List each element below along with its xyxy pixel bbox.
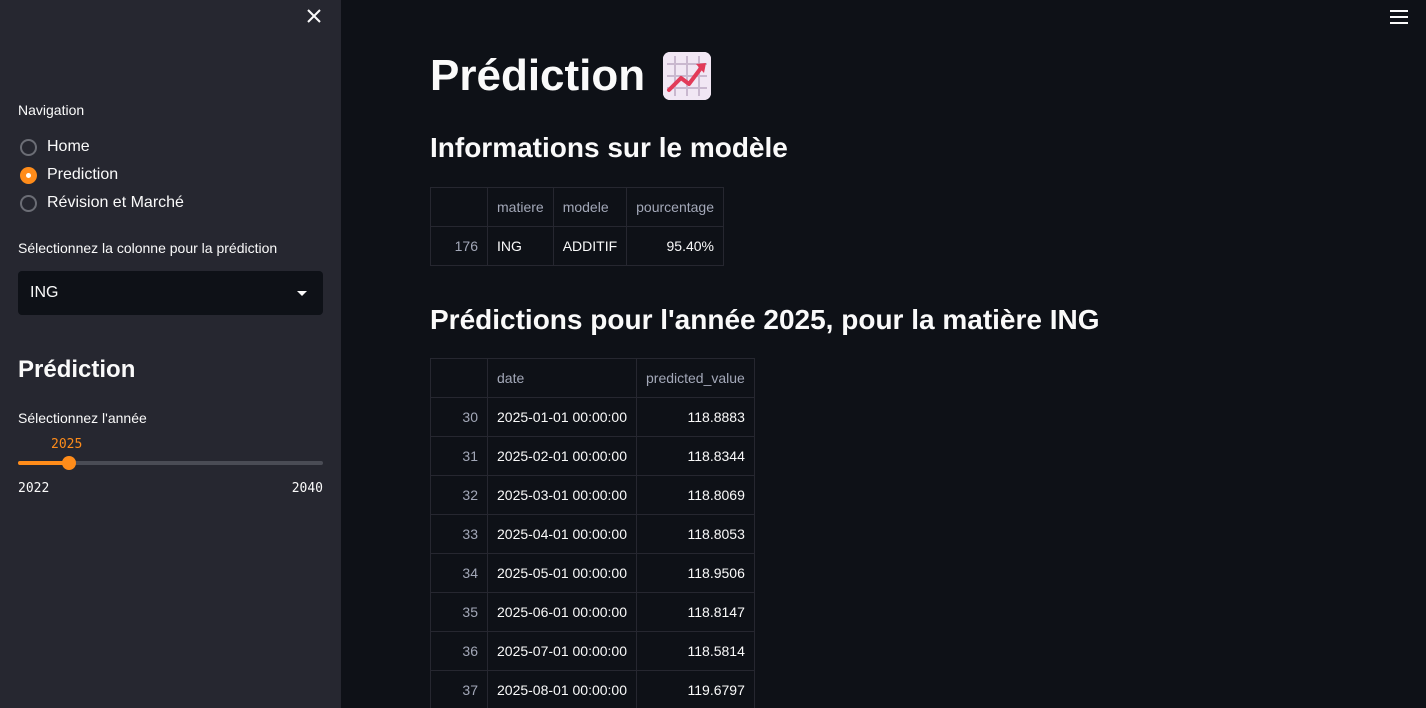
row-index: 33 xyxy=(430,514,488,554)
hamburger-icon-bar xyxy=(1390,10,1408,12)
close-sidebar-button[interactable] xyxy=(304,7,324,27)
chart-increasing-icon xyxy=(663,52,712,100)
table-cell: 118.8053 xyxy=(636,514,755,554)
row-index: 37 xyxy=(430,670,488,708)
nav-radio-home[interactable]: Home xyxy=(20,136,90,158)
column-select-value: ING xyxy=(30,284,59,301)
predictions-heading: Prédictions pour l'année 2025, pour la m… xyxy=(430,304,1100,335)
sidebar-heading: Prédiction xyxy=(18,356,136,383)
column-header[interactable]: predicted_value xyxy=(636,358,755,398)
table-cell: 118.8069 xyxy=(636,475,755,515)
table-row: 35 2025-06-01 00:00:00 118.8147 xyxy=(430,592,755,632)
nav-radio-revision-marche[interactable]: Révision et Marché xyxy=(20,192,184,214)
main-menu-button[interactable] xyxy=(1390,10,1408,24)
year-slider-thumb[interactable] xyxy=(61,456,76,470)
row-index: 35 xyxy=(430,592,488,632)
table-row: 30 2025-01-01 00:00:00 118.8883 xyxy=(430,397,755,437)
close-icon xyxy=(307,9,321,23)
nav-radio-label: Prediction xyxy=(47,166,119,183)
table-cell: 2025-03-01 00:00:00 xyxy=(487,475,637,515)
table-cell: 118.9506 xyxy=(636,553,755,593)
table-cell: 2025-01-01 00:00:00 xyxy=(487,397,637,437)
table-cell: 95.40% xyxy=(626,226,724,266)
year-slider-value: 2025 xyxy=(51,437,83,452)
table-cell: 2025-07-01 00:00:00 xyxy=(487,631,637,671)
page-title-text: Prédiction xyxy=(430,51,646,100)
year-slider[interactable] xyxy=(18,456,323,470)
column-header[interactable]: matiere xyxy=(487,187,554,227)
page-title: Prédiction xyxy=(430,50,712,102)
column-select-label: Sélectionnez la colonne pour la prédicti… xyxy=(18,240,278,256)
column-header xyxy=(430,187,488,227)
year-slider-label: Sélectionnez l'année xyxy=(18,410,147,426)
table-row: 37 2025-08-01 00:00:00 119.6797 xyxy=(430,670,755,708)
table-cell: 119.6797 xyxy=(636,670,755,708)
radio-checked-icon xyxy=(20,166,37,184)
app: Navigation Home Prediction Révision et M… xyxy=(0,0,1426,708)
nav-radio-label: Home xyxy=(47,138,90,155)
main-content: Prédiction Informations sur le modèle ma… xyxy=(341,0,1426,708)
table-cell: 118.8344 xyxy=(636,436,755,476)
table-cell: 118.8147 xyxy=(636,592,755,632)
year-slider-min: 2022 xyxy=(18,481,50,496)
table-cell: 2025-06-01 00:00:00 xyxy=(487,592,637,632)
row-index: 176 xyxy=(430,226,488,266)
row-index: 31 xyxy=(430,436,488,476)
row-index: 32 xyxy=(430,475,488,515)
hamburger-icon-bar xyxy=(1390,22,1408,24)
table-row: 176 ING ADDITIF 95.40% xyxy=(430,226,724,266)
nav-radio-label: Révision et Marché xyxy=(47,194,184,211)
caret-down-icon xyxy=(297,291,307,296)
hamburger-icon-bar xyxy=(1390,16,1408,18)
model-info-table: matiere modele pourcentage 176 ING ADDIT… xyxy=(430,187,724,266)
row-index: 30 xyxy=(430,397,488,437)
column-select[interactable]: ING xyxy=(18,271,323,315)
table-cell: 2025-08-01 00:00:00 xyxy=(487,670,637,708)
model-info-heading: Informations sur le modèle xyxy=(430,132,788,163)
table-cell: 2025-05-01 00:00:00 xyxy=(487,553,637,593)
radio-icon xyxy=(20,194,37,212)
predictions-table: date predicted_value 30 2025-01-01 00:00… xyxy=(430,358,755,708)
table-cell: 118.5814 xyxy=(636,631,755,671)
table-header-row: matiere modele pourcentage xyxy=(430,187,724,227)
column-header[interactable]: pourcentage xyxy=(626,187,724,227)
column-header[interactable]: date xyxy=(487,358,637,398)
column-header[interactable]: modele xyxy=(552,187,628,227)
radio-icon xyxy=(20,138,37,156)
row-index: 36 xyxy=(430,631,488,671)
table-row: 36 2025-07-01 00:00:00 118.5814 xyxy=(430,631,755,671)
table-cell: 2025-04-01 00:00:00 xyxy=(487,514,637,554)
nav-radio-prediction[interactable]: Prediction xyxy=(20,164,118,186)
table-row: 32 2025-03-01 00:00:00 118.8069 xyxy=(430,475,755,515)
table-cell: 118.8883 xyxy=(636,397,755,437)
table-row: 34 2025-05-01 00:00:00 118.9506 xyxy=(430,553,755,593)
table-cell: ADDITIF xyxy=(552,226,628,266)
sidebar: Navigation Home Prediction Révision et M… xyxy=(0,0,341,708)
navigation-label: Navigation xyxy=(18,102,85,118)
column-header xyxy=(430,358,488,398)
table-cell: ING xyxy=(487,226,554,266)
table-row: 31 2025-02-01 00:00:00 118.8344 xyxy=(430,436,755,476)
table-cell: 2025-02-01 00:00:00 xyxy=(487,436,637,476)
row-index: 34 xyxy=(430,553,488,593)
table-header-row: date predicted_value xyxy=(430,358,755,398)
year-slider-max: 2040 xyxy=(291,481,323,496)
table-row: 33 2025-04-01 00:00:00 118.8053 xyxy=(430,514,755,554)
